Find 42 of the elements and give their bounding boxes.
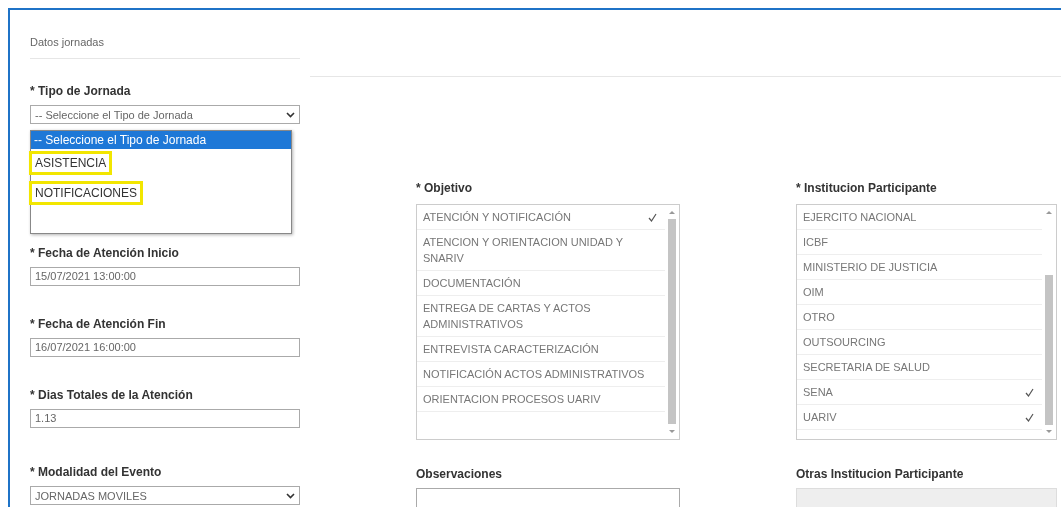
dropdown-option[interactable]: -- Seleccione el Tipo de Jornada [31, 131, 291, 149]
list-box[interactable]: EJERCITO NACIONAL ICBF MINISTERIO DE JUSTICIA OIM OTRO OUTSOURCING SECRETARIA DE SALUD SENA UARIV [796, 204, 1057, 440]
checkmark-icon [1025, 388, 1034, 397]
list-option[interactable]: ICBF [797, 230, 1042, 255]
dropdown-option[interactable]: ASISTENCIA [32, 154, 110, 172]
field-label: * Modalidad del Evento [30, 465, 162, 479]
input-field[interactable]: 15/07/2021 13:00:00 [30, 267, 300, 286]
section-title: Datos jornadas [30, 35, 104, 48]
list-option[interactable]: ATENCION Y ORIENTACION UNIDAD Y SNARIV [417, 230, 665, 271]
list-option[interactable]: ATENCIÓN Y NOTIFICACIÓN [417, 205, 665, 230]
select-field[interactable]: -- Seleccione el Tipo de Jornada [30, 105, 300, 124]
list-option[interactable]: MINISTERIO DE JUSTICIA [797, 255, 1042, 280]
list-option[interactable]: SENA [797, 380, 1042, 405]
list-option[interactable]: SECRETARIA DE SALUD [797, 355, 1042, 380]
list-box[interactable] [416, 204, 680, 440]
input-field[interactable] [416, 488, 680, 507]
dropdown-option[interactable]: NOTIFICACIONES [32, 184, 140, 202]
field-label: * Fecha de Atención Fin [30, 317, 166, 331]
list-option[interactable]: ENTREVISTA CARACTERIZACIÓN [417, 337, 665, 362]
field-label: * Fecha de Atención Inicio [30, 246, 179, 260]
list-option[interactable]: ENTREGA DE CARTAS Y ACTOS ADMINISTRATIVOS [417, 296, 665, 337]
list-option[interactable]: UARIV [797, 405, 1042, 430]
field-label: Observaciones [416, 467, 503, 481]
field-label: * Objetivo [416, 181, 472, 195]
list-option[interactable]: ORIENTACION PROCESOS UARIV [417, 387, 665, 412]
field-label: Otras Institucion Participante [796, 467, 964, 481]
checkmark-icon [648, 213, 657, 222]
field-label: * Dias Totales de la Atención [30, 388, 193, 402]
field-label: * Institucion Participante [796, 181, 937, 195]
input-field[interactable]: 1.13 [30, 409, 300, 428]
list-option[interactable]: OUTSOURCING [797, 330, 1042, 355]
chevron-down-icon [286, 111, 295, 118]
list-option[interactable]: NOTIFICACIÓN ACTOS ADMINISTRATIVOS [417, 362, 665, 387]
list-option[interactable]: EJERCITO NACIONAL [797, 205, 1042, 230]
list-option[interactable]: DOCUMENTACIÓN [417, 271, 665, 296]
list-option[interactable]: OTRO [797, 305, 1042, 330]
checkmark-icon [1025, 413, 1034, 422]
field-label: * Tipo de Jornada [30, 84, 131, 98]
chevron-down-icon [286, 492, 295, 499]
list-option[interactable]: OIM [797, 280, 1042, 305]
input-field[interactable]: 16/07/2021 16:00:00 [30, 338, 300, 357]
select-field[interactable]: JORNADAS MOVILES [30, 486, 300, 505]
